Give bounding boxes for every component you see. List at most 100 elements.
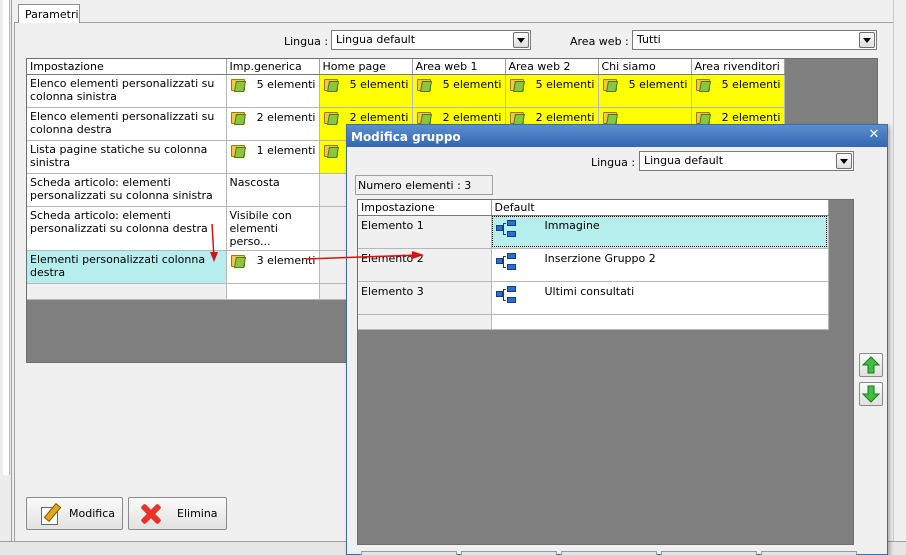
col-default[interactable]: Default bbox=[491, 200, 829, 216]
elimina-label: Elimina bbox=[177, 507, 218, 520]
left-panel-strip bbox=[0, 0, 12, 555]
generic-cell[interactable]: 3 elementi bbox=[226, 250, 320, 284]
col-chi-siamo[interactable]: Chi siamo bbox=[598, 59, 692, 75]
chevron-down-icon[interactable] bbox=[513, 32, 529, 48]
area-web-select[interactable]: Tutti bbox=[632, 30, 877, 50]
dialog-button-edge[interactable] bbox=[661, 551, 757, 555]
generic-cell[interactable]: 5 elementi bbox=[226, 74, 320, 108]
dialog-button-edge[interactable] bbox=[361, 551, 457, 555]
cell-value: 2 elementi bbox=[349, 110, 409, 124]
cell-value: 1 elementi bbox=[256, 143, 316, 157]
col-area-rivenditori[interactable]: Area rivenditori bbox=[691, 59, 785, 75]
blank-cell bbox=[27, 283, 227, 300]
folder-icon bbox=[602, 110, 617, 124]
blank-cell bbox=[358, 314, 492, 330]
cell-value: 3 elementi bbox=[256, 253, 316, 267]
col-impostazione[interactable]: Impostazione bbox=[27, 59, 227, 75]
area-web-label: Area web : bbox=[570, 35, 629, 48]
col-area-web-2[interactable]: Area web 2 bbox=[505, 59, 599, 75]
elimina-button[interactable]: Elimina bbox=[128, 497, 227, 530]
lingua-select[interactable]: Lingua default bbox=[331, 30, 531, 50]
folder-icon bbox=[230, 253, 245, 267]
table-row-selected[interactable]: Elemento 1 Immagine bbox=[358, 215, 829, 249]
modifica-button[interactable]: Modifica bbox=[26, 497, 123, 530]
element-name: Elemento 2 bbox=[358, 248, 492, 282]
chevron-down-icon[interactable] bbox=[836, 153, 852, 169]
blank-cell bbox=[491, 314, 829, 330]
modifica-gruppo-dialog: Modifica gruppo ✕ Lingua : Lingua defaul… bbox=[346, 124, 888, 555]
dialog-button-edge[interactable] bbox=[461, 551, 557, 555]
folder-icon bbox=[509, 110, 524, 124]
cell-value: 5 elementi bbox=[535, 77, 595, 91]
area-cell[interactable]: 5 elementi bbox=[319, 74, 413, 108]
generic-cell[interactable]: Nascosta bbox=[226, 173, 320, 207]
table-row-blank bbox=[358, 314, 829, 330]
generic-cell[interactable]: Visibile con elementi perso... bbox=[226, 206, 320, 251]
row-setting: Scheda articolo: elementi personalizzati… bbox=[27, 206, 227, 251]
pencil-icon bbox=[39, 503, 61, 525]
element-default-cell[interactable]: Ultimi consultati bbox=[491, 281, 829, 315]
generic-cell[interactable]: 1 elementi bbox=[226, 140, 320, 174]
element-count-field: Numero elementi : 3 bbox=[355, 175, 493, 195]
dialog-button-edge[interactable] bbox=[561, 551, 657, 555]
cell-value: 5 elementi bbox=[349, 77, 409, 91]
lingua-label: Lingua : bbox=[284, 35, 329, 48]
dialog-title: Modifica gruppo bbox=[351, 130, 461, 144]
area-cell[interactable]: 5 elementi bbox=[505, 74, 599, 108]
table-row[interactable]: Elenco elementi personalizzati su colonn… bbox=[27, 74, 785, 108]
col-area-web-1[interactable]: Area web 1 bbox=[412, 59, 506, 75]
area-cell[interactable]: 5 elementi bbox=[691, 74, 785, 108]
right-scroll-strip bbox=[893, 0, 906, 555]
area-web-select-value: Tutti bbox=[637, 33, 661, 46]
generic-cell[interactable]: 2 elementi bbox=[226, 107, 320, 141]
cell-value: 2 elementi bbox=[256, 110, 316, 124]
cell-value: 5 elementi bbox=[442, 77, 502, 91]
modifica-label: Modifica bbox=[69, 507, 115, 520]
element-default-cell[interactable]: Immagine bbox=[491, 215, 829, 249]
element-default-cell[interactable]: Inserzione Gruppo 2 bbox=[491, 248, 829, 282]
folder-icon bbox=[695, 77, 710, 91]
col-imp-generica[interactable]: Imp.generica bbox=[226, 59, 320, 75]
dialog-title-bar[interactable]: Modifica gruppo bbox=[347, 125, 887, 147]
folder-icon bbox=[602, 77, 617, 91]
close-icon[interactable]: ✕ bbox=[867, 128, 881, 142]
tab-parametri[interactable]: Parametri bbox=[18, 4, 80, 23]
area-cell[interactable]: 5 elementi bbox=[412, 74, 506, 108]
element-value: Ultimi consultati bbox=[544, 284, 635, 298]
row-setting: Lista pagine statiche su colonna sinistr… bbox=[27, 140, 227, 174]
element-value: Immagine bbox=[544, 218, 600, 232]
dialog-lingua-select[interactable]: Lingua default bbox=[639, 151, 854, 171]
cell-value: 5 elementi bbox=[721, 77, 781, 91]
lingua-select-value: Lingua default bbox=[336, 33, 416, 46]
move-down-button[interactable] bbox=[859, 382, 883, 406]
cell-value: Nascosta bbox=[229, 175, 280, 189]
dialog-elements-grid: Impostazione Default Elemento 1 Immagine… bbox=[358, 200, 829, 330]
cell-value: 2 elementi bbox=[721, 110, 781, 124]
folder-icon bbox=[230, 143, 245, 157]
row-setting: Elenco elementi personalizzati su colonn… bbox=[27, 107, 227, 141]
dialog-lingua-label: Lingua : bbox=[591, 156, 636, 169]
cell-value: 2 elementi bbox=[535, 110, 595, 124]
dialog-grid-header: Impostazione Default bbox=[358, 200, 829, 216]
area-cell[interactable]: 5 elementi bbox=[598, 74, 692, 108]
dialog-button-edge[interactable] bbox=[761, 551, 857, 555]
tree-icon bbox=[495, 285, 519, 305]
folder-icon bbox=[416, 77, 431, 91]
element-name: Elemento 3 bbox=[358, 281, 492, 315]
table-row[interactable]: Elemento 2 Inserzione Gruppo 2 bbox=[358, 248, 829, 282]
cell-value: Visibile con elementi perso... bbox=[229, 208, 292, 248]
cell-value: 5 elementi bbox=[628, 77, 688, 91]
chevron-down-icon[interactable] bbox=[859, 32, 875, 48]
folder-icon bbox=[509, 77, 524, 91]
row-setting: Elenco elementi personalizzati su colonn… bbox=[27, 74, 227, 108]
move-up-button[interactable] bbox=[859, 353, 883, 377]
col-home-page[interactable]: Home page bbox=[319, 59, 413, 75]
folder-icon bbox=[416, 110, 431, 124]
dialog-lingua-value: Lingua default bbox=[644, 154, 724, 167]
folder-icon bbox=[695, 110, 710, 124]
delete-x-icon bbox=[139, 502, 163, 526]
col-impostazione[interactable]: Impostazione bbox=[358, 200, 492, 216]
row-setting: Elementi personalizzati colonna destra bbox=[27, 250, 227, 284]
table-row[interactable]: Elemento 3 Ultimi consultati bbox=[358, 281, 829, 315]
tree-icon bbox=[495, 252, 519, 272]
